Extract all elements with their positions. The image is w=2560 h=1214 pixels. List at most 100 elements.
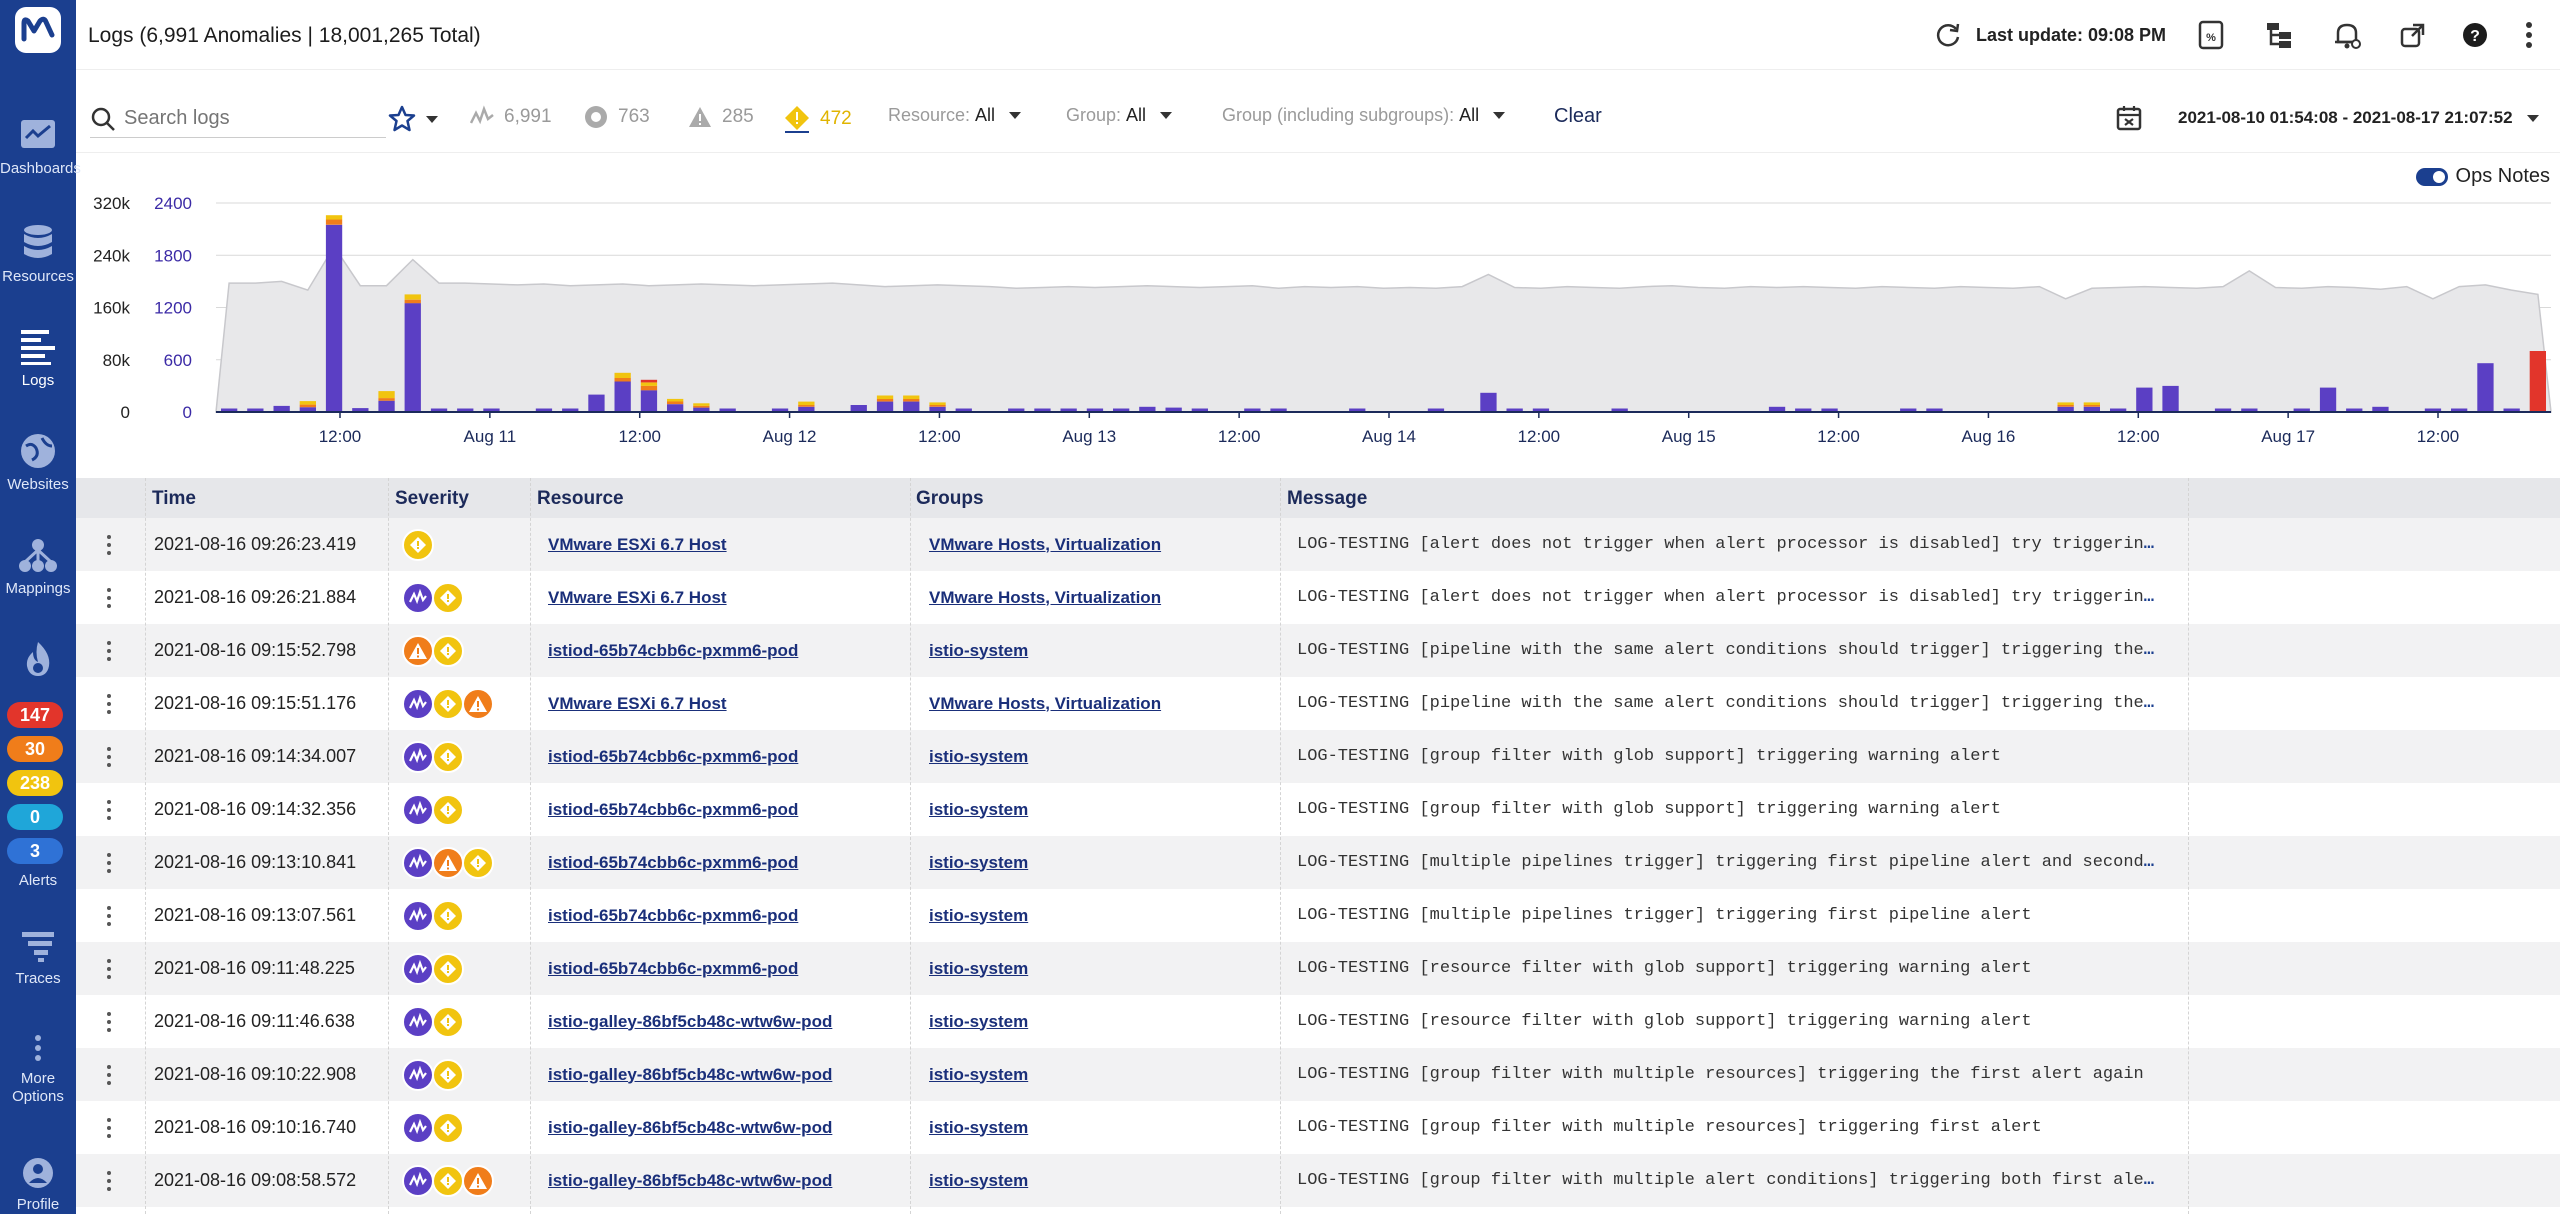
row-resource-link[interactable]: istiod-65b74cbb6c-pxmm6-pod [548, 853, 798, 873]
favorites-dropdown[interactable] [388, 105, 438, 133]
row-time: 2021-08-16 09:15:52.798 [154, 640, 357, 660]
row-menu-icon[interactable] [102, 783, 116, 836]
row-severity [402, 836, 494, 889]
warning-alert-count[interactable]: 238 [7, 770, 63, 796]
row-message[interactable]: LOG-TESTING [multiple pipelines trigger]… [1297, 836, 2187, 889]
error-bar [798, 405, 815, 407]
row-menu-icon[interactable] [102, 995, 116, 1048]
group-subgroups-filter[interactable]: Group (including subgroups): All [1222, 105, 1506, 126]
nav-traces[interactable]: Traces [0, 928, 76, 988]
other-alert-count[interactable]: 3 [7, 838, 63, 864]
search-box[interactable] [90, 100, 386, 138]
help-icon[interactable]: ? [2458, 18, 2492, 52]
date-range-picker[interactable]: 2021-08-10 01:54:08 - 2021-08-17 21:07:5… [2116, 105, 2539, 131]
row-groups-link[interactable]: istio-system [929, 1065, 1028, 1085]
alerts-fire-icon[interactable] [0, 640, 76, 683]
row-groups-link[interactable]: istio-system [929, 800, 1028, 820]
row-resource-link[interactable]: istiod-65b74cbb6c-pxmm6-pod [548, 641, 798, 661]
nav-dashboards[interactable]: Dashboards [0, 118, 81, 178]
row-menu-icon[interactable] [102, 571, 116, 624]
row-message[interactable]: LOG-TESTING [group filter with multiple … [1297, 1101, 2187, 1154]
row-message[interactable]: LOG-TESTING [group filter with glob supp… [1297, 730, 2187, 783]
info-alert-count[interactable]: 0 [7, 804, 63, 830]
row-menu-icon[interactable] [102, 624, 116, 677]
row-resource-link[interactable]: VMware ESXi 6.7 Host [548, 535, 727, 555]
x-axis-tick-label: 12:00 [2117, 427, 2160, 446]
anomalies-filter[interactable]: 6,991 [470, 105, 552, 129]
row-message[interactable]: LOG-TESTING [alert does not trigger when… [1297, 571, 2187, 624]
row-menu-icon[interactable] [102, 730, 116, 783]
app-logo[interactable] [0, 0, 76, 60]
warning-filter[interactable]: 472 [784, 105, 852, 133]
anomaly-bar [325, 224, 343, 412]
row-menu-icon[interactable] [102, 677, 116, 730]
kebab-menu-icon[interactable] [2512, 18, 2546, 52]
row-groups-link[interactable]: VMware Hosts, Virtualization [929, 694, 1161, 714]
ops-notes-toggle[interactable]: Ops Notes [2415, 165, 2550, 188]
row-groups-link[interactable]: VMware Hosts, Virtualization [929, 588, 1161, 608]
nav-more-options[interactable]: More Options [0, 1032, 76, 1106]
resource-filter[interactable]: Resource: All [888, 105, 1022, 126]
row-menu-icon[interactable] [102, 942, 116, 995]
row-groups-link[interactable]: istio-system [929, 959, 1028, 979]
row-message[interactable]: LOG-TESTING [pipeline with the same aler… [1297, 624, 2187, 677]
row-menu-icon[interactable] [102, 1154, 116, 1207]
calculator-icon[interactable]: % [2194, 18, 2228, 52]
row-resource-link[interactable]: istio-galley-86bf5cb48c-wtw6w-pod [548, 1065, 832, 1085]
row-resource-link[interactable]: istio-galley-86bf5cb48c-wtw6w-pod [548, 1012, 832, 1032]
row-groups-link[interactable]: VMware Hosts, Virtualization [929, 535, 1161, 555]
column-header-time[interactable]: Time [152, 488, 196, 510]
clear-button[interactable]: Clear [1554, 105, 1602, 128]
row-groups-link[interactable]: istio-system [929, 1012, 1028, 1032]
row-message[interactable]: LOG-TESTING [multiple pipelines trigger]… [1297, 889, 2187, 942]
column-header-message[interactable]: Message [1287, 488, 1367, 510]
external-link-icon[interactable] [2396, 18, 2430, 52]
nav-websites[interactable]: Websites [0, 432, 76, 494]
anomaly-severity-icon [402, 1111, 434, 1144]
error-filter[interactable]: 285 [688, 105, 754, 129]
row-message[interactable]: LOG-TESTING [group filter with glob supp… [1297, 783, 2187, 836]
row-resource-link[interactable]: istio-galley-86bf5cb48c-wtw6w-pod [548, 1171, 832, 1191]
column-header-severity[interactable]: Severity [395, 488, 469, 510]
row-message[interactable]: LOG-TESTING [resource filter with glob s… [1297, 942, 2187, 995]
row-groups-link[interactable]: istio-system [929, 1118, 1028, 1138]
row-groups-link[interactable]: istio-system [929, 641, 1028, 661]
row-resource-link[interactable]: istiod-65b74cbb6c-pxmm6-pod [548, 800, 798, 820]
nav-logs[interactable]: Logs [0, 328, 76, 390]
alert-settings-icon[interactable] [2330, 18, 2364, 52]
row-resource-link[interactable]: istiod-65b74cbb6c-pxmm6-pod [548, 747, 798, 767]
row-message[interactable]: LOG-TESTING [pipeline with the same aler… [1297, 677, 2187, 730]
hierarchy-icon[interactable] [2262, 18, 2296, 52]
row-message[interactable]: LOG-TESTING [group filter with multiple … [1297, 1048, 2187, 1101]
error-alert-count[interactable]: 30 [7, 736, 63, 762]
row-menu-icon[interactable] [102, 1101, 116, 1154]
row-groups-link[interactable]: istio-system [929, 747, 1028, 767]
nav-profile[interactable]: Profile [0, 1156, 76, 1214]
row-menu-icon[interactable] [102, 1048, 116, 1101]
row-menu-icon[interactable] [102, 889, 116, 942]
row-groups-link[interactable]: istio-system [929, 906, 1028, 926]
column-header-resource[interactable]: Resource [537, 488, 624, 510]
critical-filter[interactable]: 763 [584, 105, 650, 129]
row-menu-icon[interactable] [102, 518, 116, 571]
row-resource-link[interactable]: istio-galley-86bf5cb48c-wtw6w-pod [548, 1118, 832, 1138]
critical-alert-count[interactable]: 147 [7, 702, 63, 728]
row-message[interactable]: LOG-TESTING [group filter with multiple … [1297, 1154, 2187, 1207]
last-update[interactable]: Last update: 09:08 PM [1934, 18, 2166, 52]
search-input[interactable] [124, 107, 374, 130]
row-resource-link[interactable]: VMware ESXi 6.7 Host [548, 588, 727, 608]
row-message[interactable]: LOG-TESTING [resource filter with glob s… [1297, 995, 2187, 1048]
row-message[interactable]: LOG-TESTING [alert does not trigger when… [1297, 518, 2187, 571]
row-resource-link[interactable]: VMware ESXi 6.7 Host [548, 694, 727, 714]
row-groups-link[interactable]: istio-system [929, 853, 1028, 873]
group-filter[interactable]: Group: All [1066, 105, 1173, 126]
row-resource-link[interactable]: istiod-65b74cbb6c-pxmm6-pod [548, 906, 798, 926]
row-resource-link[interactable]: istiod-65b74cbb6c-pxmm6-pod [548, 959, 798, 979]
nav-resources[interactable]: Resources [0, 222, 76, 286]
row-groups-link[interactable]: istio-system [929, 1171, 1028, 1191]
row-menu-icon[interactable] [102, 836, 116, 889]
column-header-groups[interactable]: Groups [916, 488, 984, 510]
nav-alerts[interactable]: Alerts [0, 872, 76, 890]
error-bar [2083, 405, 2100, 407]
nav-mappings[interactable]: Mappings [0, 538, 76, 598]
